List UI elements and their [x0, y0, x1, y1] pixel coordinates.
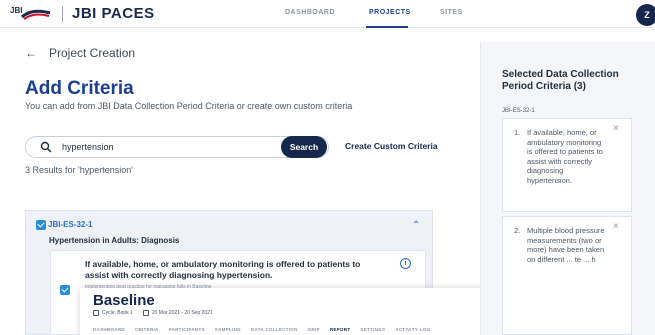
tab-criteria[interactable]: CRITERIA	[135, 327, 159, 332]
overlay-title: Baseline	[93, 292, 155, 309]
jbi-logo-icon	[20, 9, 51, 20]
create-custom-criteria-link[interactable]: Create Custom Criteria	[345, 141, 438, 151]
overlay-meta-cycle-text: Cycle, Book 1	[102, 310, 133, 316]
results-count: 3 Results for 'hypertension'	[25, 165, 133, 175]
close-icon[interactable]: ×	[613, 221, 619, 232]
page-title: Add Criteria	[25, 78, 134, 99]
tab-settings[interactable]: SETTINGS	[360, 327, 385, 332]
overlay-meta-dates: 20 Mar 2021 - 20 Sep 2021	[142, 310, 213, 316]
logo-divider	[62, 6, 63, 22]
back-arrow-icon[interactable]: ←	[25, 46, 37, 60]
selected-criterion-text: Multiple blood pressure measurements (tw…	[527, 226, 605, 264]
selected-criterion-card: 2. Multiple blood pressure measurements …	[502, 216, 632, 335]
tab-report[interactable]: REPORT	[330, 327, 351, 332]
result-title: Hypertension in Adults: Diagnosis	[49, 236, 180, 245]
search-button[interactable]: Search	[281, 136, 327, 158]
calendar-icon	[142, 310, 149, 316]
selected-criterion-card: 1. If available, home, or ambulatory mon…	[502, 118, 632, 212]
tab-grip[interactable]: GRIP	[308, 327, 320, 332]
criterion-text: If available, home, or ambulatory monito…	[85, 259, 361, 280]
chevron-up-icon[interactable]: ⌃	[412, 220, 420, 231]
top-navigation-bar: JBI JBI PACES DASHBOARD PROJECTS SITES Z	[0, 0, 655, 28]
overlay-meta: Cycle, Book 1 20 Mar 2021 - 20 Sep 2021	[93, 310, 213, 316]
close-icon[interactable]: ×	[613, 123, 619, 134]
nav-active-indicator	[366, 26, 408, 28]
tab-dashboard[interactable]: DASHBOARD	[93, 327, 125, 332]
result-code: JBI-ES-32-1	[48, 220, 93, 229]
selected-criteria-title: Selected Data Collection Period Criteria…	[502, 69, 619, 92]
result-checkbox[interactable]	[36, 220, 46, 230]
selected-criteria-code: JBI-ES-32-1	[502, 108, 535, 114]
overlay-meta-dates-text: 20 Mar 2021 - 20 Sep 2021	[151, 310, 213, 316]
nav-dashboard[interactable]: DASHBOARD	[285, 9, 335, 16]
criterion-checkbox[interactable]	[60, 285, 70, 295]
info-icon[interactable]: i	[400, 258, 411, 269]
user-avatar[interactable]: Z	[636, 4, 655, 26]
overlay-meta-cycle: Cycle, Book 1	[93, 310, 133, 316]
search-value[interactable]: hypertension	[62, 142, 114, 152]
tab-participants[interactable]: PARTICIPANTS	[169, 327, 205, 332]
search-icon	[40, 141, 52, 153]
back-link[interactable]: ← Project Creation	[25, 46, 135, 60]
overlay-tabs: DASHBOARD CRITERIA PARTICIPANTS SAMPLING…	[93, 327, 430, 332]
tab-data-collection[interactable]: DATA COLLECTION	[251, 327, 298, 332]
page-subtitle: You can add from JBI Data Collection Per…	[25, 101, 353, 111]
nav-projects[interactable]: PROJECTS	[369, 9, 411, 16]
brand-name[interactable]: JBI PACES	[72, 5, 155, 22]
selected-criterion-number: 1.	[514, 128, 521, 137]
nav-sites[interactable]: SITES	[440, 9, 463, 16]
tab-sampling[interactable]: SAMPLING	[215, 327, 241, 332]
selected-criterion-number: 2.	[514, 226, 521, 235]
back-label: Project Creation	[49, 46, 136, 60]
cycle-icon	[93, 310, 99, 316]
tab-activity-log[interactable]: ACTIVITY LOG	[395, 327, 430, 332]
selected-criterion-text: If available, home, or ambulatory monito…	[527, 128, 603, 185]
